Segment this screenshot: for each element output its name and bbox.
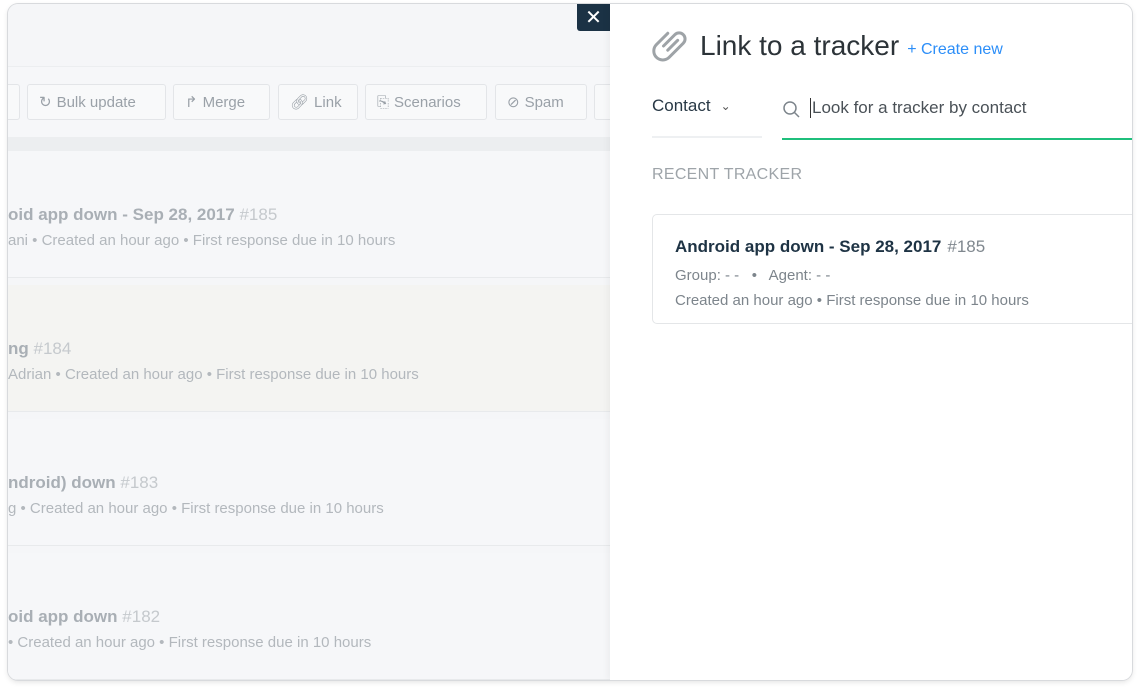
tracker-group: Group: - - bbox=[675, 267, 740, 284]
ticket-number: #183 bbox=[120, 473, 159, 492]
ticket-row[interactable]: ndroid) down #183 g • Created an hour ag… bbox=[8, 419, 610, 546]
ticket-title: oid app down - Sep 28, 2017 bbox=[8, 205, 235, 224]
ticket-meta: Adrian • Created an hour ago • First res… bbox=[8, 366, 419, 383]
refresh-icon: ↻ bbox=[39, 94, 52, 111]
ticket-row[interactable]: ng #184 Adrian • Created an hour ago • F… bbox=[8, 285, 610, 412]
ticket-row[interactable]: oid app down - Sep 28, 2017 #185 ani • C… bbox=[8, 151, 610, 278]
divider bbox=[8, 137, 610, 151]
scenarios-icon: ⎘ bbox=[377, 93, 390, 111]
search-box bbox=[782, 98, 1132, 140]
create-new-link[interactable]: + Create new bbox=[907, 41, 1003, 59]
spam-icon: ⊘ bbox=[507, 94, 520, 111]
merge-button[interactable]: ↱ Merge bbox=[173, 84, 270, 120]
merge-icon: ↱ bbox=[185, 94, 198, 111]
ticket-number: #185 bbox=[239, 205, 278, 224]
tracker-number: #185 bbox=[947, 237, 986, 256]
ticket-row[interactable]: oid app down #182 • Created an hour ago … bbox=[8, 553, 610, 680]
close-button[interactable]: ✕ bbox=[577, 4, 610, 31]
ticket-number: #182 bbox=[122, 607, 161, 626]
filter-label: Contact bbox=[652, 96, 711, 115]
link-icon: 🔗︎ bbox=[290, 94, 310, 111]
filter-dropdown[interactable]: Contact ⌄ bbox=[652, 96, 762, 138]
bulk-update-button[interactable]: ↻ Bulk update bbox=[27, 84, 166, 120]
ticket-meta: g • Created an hour ago • First response… bbox=[8, 500, 384, 517]
ticket-title: ndroid) down bbox=[8, 473, 116, 492]
panel-header: Link to a tracker + Create new bbox=[652, 26, 1003, 66]
app-window: ↻ Bulk update ↱ Merge 🔗︎ Link ⎘ Scenarios ⊘ S… bbox=[8, 4, 1132, 680]
tracker-due: First response due in 10 hours bbox=[826, 292, 1029, 309]
ticket-meta: ani • Created an hour ago • First respon… bbox=[8, 232, 396, 249]
link-button[interactable]: 🔗︎ Link bbox=[278, 84, 358, 120]
chevron-down-icon: ⌄ bbox=[720, 99, 731, 113]
search-input[interactable] bbox=[810, 98, 1112, 118]
close-icon: ✕ bbox=[585, 7, 602, 29]
link-tracker-panel: Link to a tracker + Create new Contact ⌄… bbox=[610, 4, 1132, 680]
scenarios-button[interactable]: ⎘ Scenarios bbox=[365, 84, 487, 120]
tracker-agent: Agent: - - bbox=[768, 267, 831, 284]
search-icon bbox=[783, 101, 800, 118]
ticket-meta: • Created an hour ago • First response d… bbox=[8, 634, 372, 651]
tracker-card[interactable]: Android app down - Sep 28, 2017 #185 Grou… bbox=[652, 214, 1132, 324]
ticket-list-background: ↻ Bulk update ↱ Merge 🔗︎ Link ⎘ Scenarios ⊘ S… bbox=[8, 4, 634, 680]
page-title: Link to a tracker bbox=[700, 30, 900, 61]
section-heading: RECENT TRACKER bbox=[652, 166, 803, 183]
spam-button[interactable]: ⊘ Spam bbox=[495, 84, 587, 120]
ticket-title: oid app down bbox=[8, 607, 118, 626]
toolbar-button-hidden[interactable] bbox=[8, 84, 20, 120]
ticket-number: #184 bbox=[33, 339, 72, 358]
tracker-created: Created an hour ago bbox=[675, 292, 813, 309]
tracker-title: Android app down - Sep 28, 2017 bbox=[675, 237, 942, 256]
paperclip-icon bbox=[652, 31, 687, 62]
bulk-actions-toolbar: ↻ Bulk update ↱ Merge 🔗︎ Link ⎘ Scenarios ⊘ S… bbox=[8, 66, 634, 138]
ticket-title: ng bbox=[8, 339, 29, 358]
